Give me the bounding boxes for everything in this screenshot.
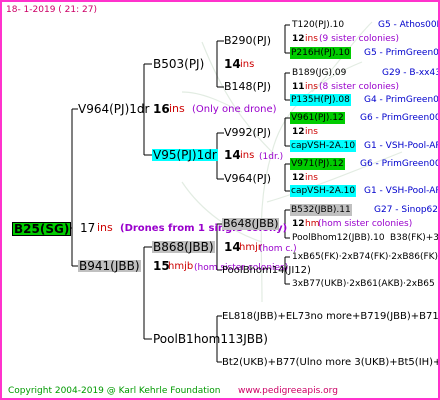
t120-note-word: ins (305, 34, 318, 44)
t120-source: G5 - Athos00R (378, 20, 440, 30)
pedigree-frame: 18- 1-2019 ( 21: 27) B25(SG) 17 ins (Dro… (0, 0, 440, 400)
bt2-label[interactable]: Bt2(UKB)+B77(Ulno more 3(UKB)+Bt5(IH)+Bt… (222, 357, 438, 369)
v95-label[interactable]: V95(PJ)1dr (152, 149, 218, 161)
root-ins-number: 17 (80, 221, 96, 235)
v961-note-number: 12 (292, 127, 305, 137)
capvsh1-source: G1 - VSH-Pool-AR (364, 141, 440, 151)
poolb1hom-label[interactable]: PoolB1hom113JBB) (153, 333, 268, 345)
b532-note: (hom sister colonies) (318, 219, 413, 229)
gen1-top-ins-word: ins (169, 102, 185, 115)
x865-label[interactable]: 1xB65(FK)·2xB74(FK)·2xB86(FK) (292, 251, 438, 263)
p135h-note-number: 11 (292, 82, 305, 92)
gen1-top-note: (Only one drone) (192, 104, 277, 115)
b189-label[interactable]: B189(JG).09 (292, 67, 346, 79)
v971-note-number: 12 (292, 173, 305, 183)
v964-label[interactable]: V964(PJ) (224, 173, 271, 185)
v961-note-word: ins (305, 127, 318, 137)
capvsh1-label[interactable]: capVSH-2A.10 (290, 140, 357, 152)
v971-label[interactable]: V971(PJ).12 (290, 158, 345, 170)
b532-source: G27 - Sinop62R (374, 205, 440, 215)
p135h-note: (8 sister colonies) (319, 82, 400, 92)
t120-note: (9 sister colonies) (319, 34, 400, 44)
b868-label[interactable]: B868(JBB) (152, 241, 215, 253)
gen1-bot-label[interactable]: B941(JBB) (78, 260, 141, 272)
b503-label[interactable]: B503(PJ) (153, 58, 204, 70)
b503-ins-number: 14 (224, 57, 241, 71)
b648-label[interactable]: B648(JBB) (222, 218, 280, 230)
p135h-label[interactable]: P135H(PJ).08 (290, 94, 351, 106)
b532-note-number: 12 (292, 219, 305, 229)
v961-label[interactable]: V961(PJ).12 (290, 112, 345, 124)
p216h-source: G5 - PrimGreen00 (364, 48, 440, 58)
p135h-note-word: ins (305, 82, 318, 92)
v95-ins-number: 14 (224, 148, 241, 162)
p216h-label[interactable]: P216H(PJ).10 (290, 47, 351, 59)
root-queen-label[interactable]: B25(SG) (12, 222, 72, 236)
poolbhom14-label[interactable]: PoolBhom14(JI12) (222, 265, 311, 277)
capvsh2-source: G1 - VSH-Pool-AR (364, 186, 440, 196)
v961-source: G6 - PrimGreen00 (360, 113, 440, 123)
b290-label[interactable]: B290(PJ) (224, 35, 271, 47)
b532-label[interactable]: B532(JBB).11 (290, 204, 352, 216)
v992-label[interactable]: V992(PJ) (224, 127, 271, 139)
capvsh2-label[interactable]: capVSH-2A.10 (290, 185, 357, 197)
b189-source: G29 - B-xx43 (382, 68, 440, 78)
footer-copyright: Copyright 2004-2019 @ Karl Kehrle Founda… (8, 386, 221, 396)
b148-label[interactable]: B148(PJ) (224, 81, 271, 93)
v95-ins-word: ins (240, 150, 255, 161)
p135h-source: G4 - PrimGreen00 (364, 95, 440, 105)
v95-note: (1dr.) (259, 152, 284, 162)
gen1-top-label[interactable]: V964(PJ)1dr (78, 103, 149, 115)
gen1-bot-ins-word: hmjb (168, 261, 194, 272)
x877-label[interactable]: 3xB77(UKB)·2xB61(AKB)·2xB65 (292, 278, 435, 290)
root-ins-word: ins (97, 221, 113, 234)
v971-note-word: ins (305, 173, 318, 183)
poolbhom12-extra: B38(FK)+3 (390, 233, 439, 243)
b503-ins-word: ins (240, 59, 255, 70)
poolbhom12-label[interactable]: PoolBhom12(JBB).10 (292, 232, 385, 244)
gen1-top-ins-number: 16 (153, 102, 170, 116)
t120-label[interactable]: T120(PJ).10 (292, 19, 344, 31)
t120-note-number: 12 (292, 34, 305, 44)
v971-source: G6 - PrimGreen00 (360, 159, 440, 169)
el818-label[interactable]: EL818(JBB)+EL73no more+B719(JBB)+B717(JB… (222, 311, 438, 323)
footer-website-link[interactable]: www.pedigreeapis.org (238, 385, 338, 397)
